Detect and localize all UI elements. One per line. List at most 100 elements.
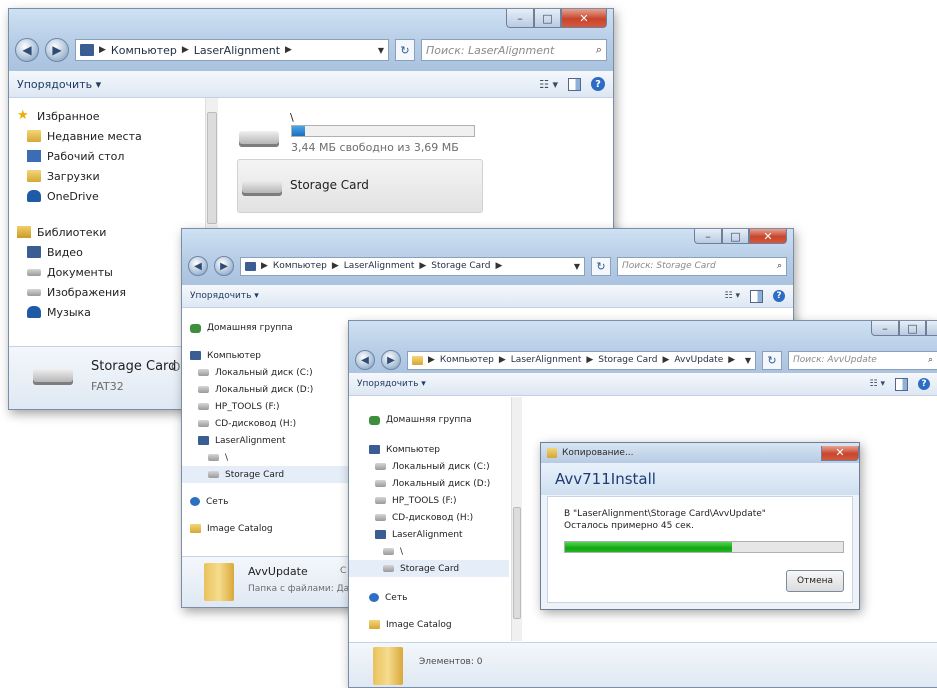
breadcrumb-avvupdate[interactable]: AvvUpdate (674, 355, 723, 365)
nav-onedrive[interactable]: OneDrive (9, 186, 205, 206)
back-button[interactable]: ◀ (15, 38, 39, 62)
minimize-button[interactable]: – (694, 229, 722, 244)
organize-button[interactable]: Упорядочить ▾ (17, 78, 101, 91)
address-dropdown-icon[interactable]: ▼ (574, 262, 580, 271)
address-dropdown-icon[interactable]: ▼ (745, 356, 751, 365)
maximize-button[interactable]: □ (534, 9, 561, 28)
cancel-button[interactable]: Отмена (786, 570, 844, 592)
scroll-thumb[interactable] (207, 112, 217, 224)
nav-cd-drive[interactable]: CD-дисковод (H:) (349, 509, 509, 526)
forward-button[interactable]: ▶ (45, 38, 69, 62)
forward-button[interactable]: ▶ (214, 256, 234, 276)
dialog-close-button[interactable]: ✕ (821, 445, 859, 461)
breadcrumb-storage-card[interactable]: Storage Card (431, 261, 490, 271)
help-icon[interactable]: ? (773, 290, 785, 302)
address-bar[interactable]: ▶ Компьютер ▶ LaserAlignment ▶ ▼ (75, 39, 389, 61)
nav-libraries[interactable]: Библиотеки (9, 222, 205, 242)
cancel-label: Отмена (796, 576, 834, 586)
nav-drive-d[interactable]: Локальный диск (D:) (182, 381, 352, 398)
address-bar[interactable]: ▶ Компьютер ▶ LaserAlignment ▶ Storage Card… (407, 350, 756, 370)
breadcrumb-laseralignment[interactable]: LaserAlignment (194, 44, 280, 57)
nav-storage-card[interactable]: Storage Card (182, 466, 352, 483)
scroll-thumb[interactable] (513, 507, 521, 619)
nav-downloads[interactable]: Загрузки (9, 166, 205, 186)
nav-homegroup[interactable]: Домашняя группа (349, 411, 509, 429)
star-icon: ★ (17, 108, 29, 123)
breadcrumb-laseralignment[interactable]: LaserAlignment (511, 355, 582, 365)
navigation-row: ◀ ▶ ▶ Компьютер ▶ LaserAlignment ▶ Storage … (355, 347, 937, 373)
nav-homegroup[interactable]: Домашняя группа (182, 319, 352, 337)
storage-card-icon (242, 180, 282, 196)
back-button[interactable]: ◀ (188, 256, 208, 276)
close-button[interactable]: ✕ (749, 229, 787, 244)
minimize-button[interactable]: – (506, 9, 534, 28)
drive-root-item[interactable]: \ 3,44 МБ свободно из 3,69 МБ (235, 109, 495, 159)
organize-button[interactable]: Упорядочить ▾ (190, 291, 259, 301)
maximize-button[interactable]: □ (722, 229, 749, 244)
preview-pane-icon[interactable] (568, 77, 581, 91)
back-button[interactable]: ◀ (355, 350, 375, 370)
refresh-button[interactable]: ↻ (591, 256, 611, 276)
refresh-button[interactable]: ↻ (762, 350, 782, 370)
storage-card-item[interactable]: Storage Card (237, 159, 483, 213)
search-box[interactable]: Поиск: Storage Card ⌕ (617, 256, 787, 276)
view-options-icon[interactable]: ☷ ▾ (725, 291, 740, 301)
nav-favorites[interactable]: ★ Избранное (9, 106, 205, 126)
breadcrumb-computer[interactable]: Компьютер (440, 355, 494, 365)
breadcrumb-laseralignment[interactable]: LaserAlignment (344, 261, 415, 271)
nav-drive-c[interactable]: Локальный диск (C:) (349, 458, 509, 475)
nav-computer[interactable]: Компьютер (349, 441, 509, 458)
address-dropdown-icon[interactable]: ▼ (378, 46, 384, 55)
close-button[interactable]: ✕ (926, 321, 937, 336)
organize-button[interactable]: Упорядочить ▾ (357, 379, 426, 389)
help-icon[interactable]: ? (918, 378, 930, 390)
command-bar: Упорядочить ▾ ☷ ▾ ? (182, 285, 793, 308)
close-button[interactable]: ✕ (561, 9, 607, 28)
maximize-button[interactable]: □ (899, 321, 926, 336)
folder-icon (190, 524, 201, 533)
nav-scrollbar[interactable] (511, 397, 522, 641)
nav-cd-drive[interactable]: CD-дисковод (H:) (182, 415, 352, 432)
nav-desktop[interactable]: Рабочий стол (9, 146, 205, 166)
nav-drive-d[interactable]: Локальный диск (D:) (349, 475, 509, 492)
nav-laseralignment[interactable]: LaserAlignment (349, 526, 509, 543)
breadcrumb-storage-card[interactable]: Storage Card (598, 355, 657, 365)
nav-music[interactable]: Музыка (9, 302, 205, 322)
music-icon (27, 306, 41, 318)
nav-laseralignment[interactable]: LaserAlignment (182, 432, 352, 449)
forward-button[interactable]: ▶ (381, 350, 401, 370)
nav-recent[interactable]: Недавние места (9, 126, 205, 146)
search-box[interactable]: Поиск: LaserAlignment ⌕ (421, 39, 607, 61)
drive-icon (239, 131, 279, 147)
search-box[interactable]: Поиск: AvvUpdate ⌕ (788, 350, 937, 370)
nav-hp-tools[interactable]: HP_TOOLS (F:) (349, 492, 509, 509)
preview-pane-icon[interactable] (895, 377, 908, 391)
nav-documents[interactable]: Документы (9, 262, 205, 282)
refresh-button[interactable]: ↻ (395, 39, 415, 61)
drive-root-name: \ (290, 111, 294, 124)
nav-video[interactable]: Видео (9, 242, 205, 262)
view-options-icon[interactable]: ☷ ▾ (539, 78, 558, 91)
breadcrumb-computer[interactable]: Компьютер (111, 44, 177, 57)
nav-root[interactable]: \ (182, 449, 352, 466)
nav-image-catalog[interactable]: Image Catalog (349, 616, 509, 633)
nav-root[interactable]: \ (349, 543, 509, 560)
nav-label: CD-дисковод (H:) (215, 418, 297, 429)
minimize-button[interactable]: – (871, 321, 899, 336)
nav-images[interactable]: Изображения (9, 282, 205, 302)
help-icon[interactable]: ? (591, 77, 605, 91)
view-options-icon[interactable]: ☷ ▾ (870, 379, 885, 389)
nav-hp-tools[interactable]: HP_TOOLS (F:) (182, 398, 352, 415)
nav-network[interactable]: Сеть (182, 493, 352, 510)
nav-network[interactable]: Сеть (349, 589, 509, 606)
nav-label: Сеть (206, 496, 229, 507)
preview-pane-icon[interactable] (750, 289, 763, 303)
nav-computer[interactable]: Компьютер (182, 347, 352, 364)
breadcrumb-computer[interactable]: Компьютер (273, 261, 327, 271)
nav-image-catalog[interactable]: Image Catalog (182, 520, 352, 537)
nav-storage-card[interactable]: Storage Card (349, 560, 509, 577)
nav-drive-c[interactable]: Локальный диск (C:) (182, 364, 352, 381)
drive-icon (375, 480, 386, 487)
images-icon (27, 288, 41, 296)
address-bar[interactable]: ▶ Компьютер ▶ LaserAlignment ▶ Storage Card… (240, 256, 585, 276)
